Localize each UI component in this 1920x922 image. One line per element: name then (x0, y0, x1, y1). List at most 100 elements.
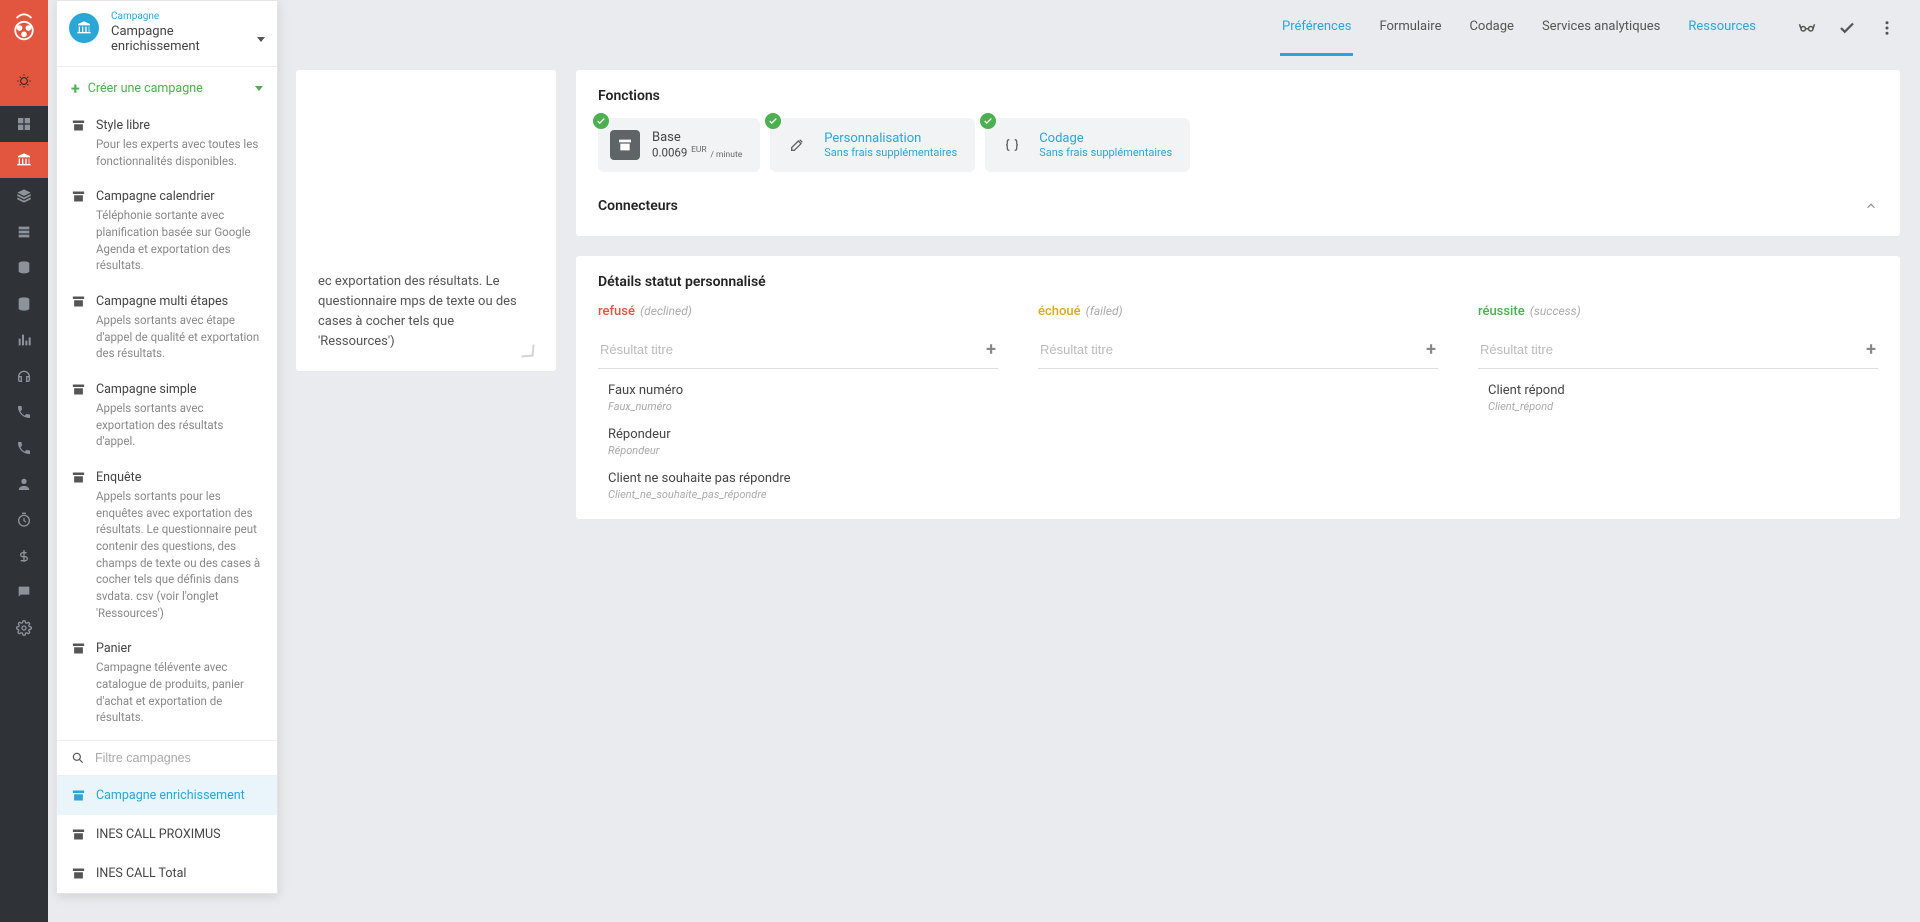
app-logo[interactable] (0, 0, 48, 56)
rail-phone-out[interactable] (0, 430, 48, 466)
status-title-reussite: réussite (success) (1478, 304, 1878, 319)
campaign-type-calendrier[interactable]: Campagne calendrier Téléphonie sortante … (57, 179, 277, 284)
rail-campaigns[interactable] (0, 142, 48, 178)
create-campaign-button[interactable]: + Créer une campagne (57, 67, 277, 108)
chevron-up-icon (1864, 199, 1878, 213)
status-title-refuse: refusé (declined) (598, 304, 998, 319)
resize-handle-icon[interactable] (521, 344, 534, 357)
campaign-panel: Campagne Campagne enrichissement + Créer… (56, 0, 278, 894)
rail-headset[interactable] (0, 358, 48, 394)
description-textarea[interactable]: ec exportation des résultats. Le questio… (318, 272, 534, 353)
connecteurs-accordion[interactable]: Connecteurs (598, 198, 1878, 218)
create-campaign-label: Créer une campagne (88, 81, 203, 96)
result-title-input[interactable] (600, 342, 986, 357)
archive-icon (71, 866, 86, 881)
archive-icon (71, 118, 86, 133)
tab-preferences[interactable]: Préférences (1280, 0, 1353, 56)
result-item[interactable]: Faux numéro Faux_numéro (598, 369, 998, 413)
campaign-item-enrichissement[interactable]: Campagne enrichissement (57, 776, 277, 815)
plus-icon[interactable]: + (986, 339, 996, 360)
details-title: Détails statut personnalisé (598, 274, 1878, 290)
result-item[interactable]: Client ne souhaite pas répondre Client_n… (598, 457, 998, 501)
glasses-icon[interactable] (1798, 19, 1816, 37)
status-title-echoue: échoué (failed) (1038, 304, 1438, 319)
archive-icon (71, 294, 86, 309)
result-item[interactable]: Client répond Client_répond (1478, 369, 1878, 413)
result-title-input[interactable] (1480, 342, 1866, 357)
fonctions-row: Base 0.0069 EUR / minute (598, 118, 1878, 172)
pill-base[interactable]: Base 0.0069 EUR / minute (598, 118, 760, 172)
rail-database[interactable] (0, 250, 48, 286)
braces-icon (997, 130, 1027, 160)
rail-dollar[interactable] (0, 538, 48, 574)
tab-codage[interactable]: Codage (1467, 0, 1515, 56)
archive-icon (71, 641, 86, 656)
result-item[interactable]: Répondeur Répondeur (598, 413, 998, 457)
rail-database-2[interactable] (0, 286, 48, 322)
archive-icon (71, 827, 86, 842)
campaign-search[interactable] (57, 741, 277, 776)
status-col-refuse: refusé (declined) + Faux numéro Faux_num… (598, 304, 998, 501)
tools-icon (782, 130, 812, 160)
campaign-round-icon (69, 13, 99, 43)
pill-personnalisation[interactable]: Personnalisation Sans frais supplémentai… (770, 118, 975, 172)
campaign-item-ines-total[interactable]: INES CALL Total (57, 854, 277, 893)
left-rail (0, 0, 48, 922)
rail-books[interactable] (0, 214, 48, 250)
rail-settings[interactable] (0, 610, 48, 646)
tab-formulaire[interactable]: Formulaire (1377, 0, 1443, 56)
campaign-search-input[interactable] (95, 751, 263, 765)
pill-codage[interactable]: Codage Sans frais supplémentaires (985, 118, 1190, 172)
rail-dashboard[interactable] (0, 106, 48, 142)
card-left: ec exportation des résultats. Le questio… (296, 70, 556, 371)
check-badge-icon (765, 113, 781, 129)
tab-ressources[interactable]: Ressources (1686, 0, 1758, 56)
top-actions (1798, 19, 1896, 37)
plus-icon: + (71, 79, 80, 98)
caret-down-icon (257, 37, 265, 42)
rail-layers[interactable] (0, 178, 48, 214)
check-icon[interactable] (1838, 19, 1856, 37)
check-badge-icon (980, 113, 996, 129)
status-columns: refusé (declined) + Faux numéro Faux_num… (598, 304, 1878, 501)
campaign-type-simple[interactable]: Campagne simple Appels sortants avec exp… (57, 372, 277, 460)
archive-icon (610, 130, 640, 160)
result-title-input[interactable] (1040, 342, 1426, 357)
add-result-reussite[interactable]: + (1478, 333, 1878, 369)
tab-services-analytiques[interactable]: Services analytiques (1540, 0, 1662, 56)
rail-timer[interactable] (0, 502, 48, 538)
rail-chat[interactable] (0, 574, 48, 610)
campaign-breadcrumb[interactable]: Campagne Campagne enrichissement (57, 1, 277, 67)
campaign-type-multi-etapes[interactable]: Campagne multi étapes Appels sortants av… (57, 284, 277, 372)
archive-icon (71, 788, 86, 803)
check-badge-icon (593, 113, 609, 129)
rail-phone[interactable] (0, 394, 48, 430)
card-fonctions: Fonctions Base 0.0069 EUR / minute (576, 70, 1900, 236)
rail-stats[interactable] (0, 322, 48, 358)
rail-user[interactable] (0, 466, 48, 502)
add-result-refuse[interactable]: + (598, 333, 998, 369)
campaign-type-panier[interactable]: Panier Campagne télévente avec catalogue… (57, 631, 277, 736)
plus-icon[interactable]: + (1866, 339, 1876, 360)
fonctions-title: Fonctions (598, 88, 1878, 104)
breadcrumb-category: Campagne (111, 11, 265, 22)
top-tabs: Préférences Formulaire Codage Services a… (1280, 0, 1758, 56)
search-icon (71, 751, 85, 765)
status-col-echoue: échoué (failed) + (1038, 304, 1438, 501)
kebab-menu-icon[interactable] (1878, 19, 1896, 37)
card-details: Détails statut personnalisé refusé (decl… (576, 256, 1900, 519)
campaign-item-ines-proximus[interactable]: INES CALL PROXIMUS (57, 815, 277, 854)
status-col-reussite: réussite (success) + Client répond Clien… (1478, 304, 1878, 501)
campaign-type-enquete[interactable]: Enquête Appels sortants pour les enquête… (57, 460, 277, 631)
rail-badge[interactable] (0, 56, 48, 106)
archive-icon (71, 382, 86, 397)
caret-down-icon (255, 86, 263, 91)
breadcrumb-current: Campagne enrichissement (111, 24, 265, 54)
archive-icon (71, 189, 86, 204)
main-content: ec exportation des résultats. Le questio… (48, 56, 1920, 922)
archive-icon (71, 470, 86, 485)
add-result-echoue[interactable]: + (1038, 333, 1438, 369)
top-header: Préférences Formulaire Codage Services a… (48, 0, 1920, 56)
campaign-type-style-libre[interactable]: Style libre Pour les experts avec toutes… (57, 108, 277, 179)
plus-icon[interactable]: + (1426, 339, 1436, 360)
